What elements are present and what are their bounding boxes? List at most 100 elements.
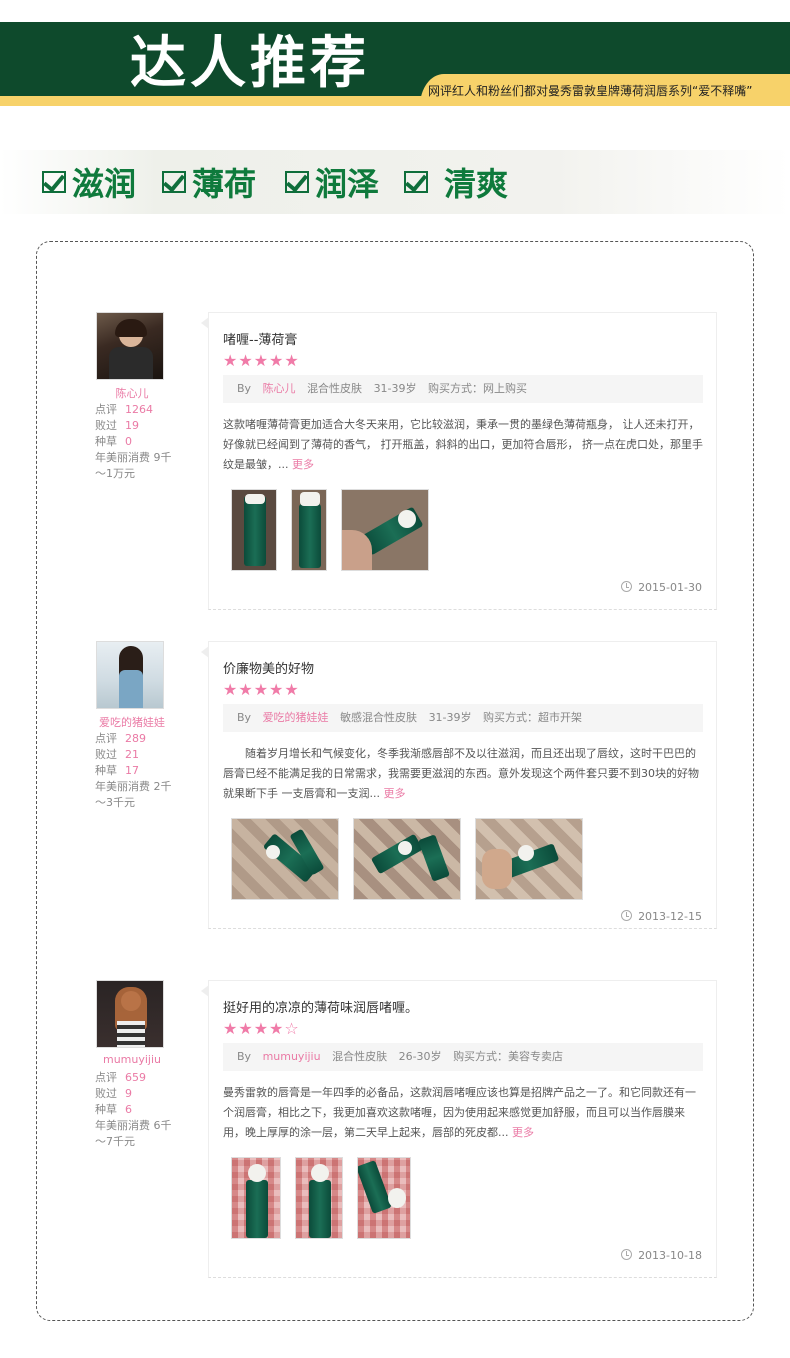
- stat-value: 289: [125, 732, 146, 745]
- feature-band: 滋润 薄荷 润泽 清爽: [0, 150, 790, 214]
- review-title[interactable]: 价廉物美的好物: [223, 658, 314, 677]
- stat-label: 点评: [95, 1071, 117, 1084]
- stat-label: 败过: [95, 748, 117, 761]
- more-link[interactable]: 更多: [383, 787, 405, 800]
- review-date: 2013-12-15: [621, 910, 702, 923]
- spend-text: 年美丽消费 9千～1万元: [95, 451, 172, 480]
- clock-icon: [621, 910, 633, 921]
- feature-label: 滋润: [72, 165, 137, 203]
- author-link[interactable]: 爱吃的猪娃娃: [263, 711, 329, 724]
- age-range: 31-39岁: [428, 711, 472, 724]
- skin-type: 敏感混合性皮肤: [340, 711, 418, 724]
- stat-label: 败过: [95, 1087, 117, 1100]
- rating-stars: ★★★★☆: [223, 1019, 300, 1038]
- avatar[interactable]: [96, 641, 164, 709]
- stat-value: 659: [125, 1071, 146, 1084]
- checkmark-icon: [404, 171, 428, 193]
- review-photo[interactable]: [231, 1157, 281, 1239]
- user-stats: 点评 659 败过 9 种草 6 年美丽消费 6千～7千元: [95, 1070, 175, 1150]
- date-text: 2013-10-18: [638, 1249, 702, 1262]
- user-stats: 点评 1264 败过 19 种草 0 年美丽消费 9千～1万元: [95, 402, 175, 482]
- feature-label: 清爽: [444, 165, 509, 203]
- review-images: [231, 489, 429, 571]
- review-photo[interactable]: [357, 1157, 411, 1239]
- user-name[interactable]: mumuyijiu: [92, 1053, 172, 1066]
- date-text: 2013-12-15: [638, 910, 702, 923]
- feature-item: 滋润: [42, 162, 137, 203]
- clock-icon: [621, 581, 633, 592]
- review-meta: By mumuyijiu 混合性皮肤 26-30岁 购买方式：美容专卖店: [223, 1043, 703, 1071]
- review-meta: By 爱吃的猪娃娃 敏感混合性皮肤 31-39岁 购买方式：超市开架: [223, 704, 703, 732]
- feature-item: 清爽: [404, 162, 509, 203]
- review-title[interactable]: 挺好用的凉凉的薄荷味润唇啫喱。: [223, 997, 418, 1016]
- skin-type: 混合性皮肤: [307, 382, 363, 395]
- review-photo[interactable]: [475, 818, 583, 900]
- stat-value: 6: [125, 1103, 132, 1116]
- spend-text: 年美丽消费 2千～3千元: [95, 780, 172, 809]
- age-range: 26-30岁: [398, 1050, 442, 1063]
- stat-label: 点评: [95, 732, 117, 745]
- by-label: By: [237, 382, 252, 395]
- feature-item: 润泽: [285, 162, 380, 203]
- more-link[interactable]: 更多: [512, 1126, 534, 1139]
- stat-label: 败过: [95, 419, 117, 432]
- user-name[interactable]: 陈心儿: [92, 385, 172, 401]
- stat-value: 1264: [125, 403, 153, 416]
- stat-label: 种草: [95, 764, 117, 777]
- skin-type: 混合性皮肤: [332, 1050, 388, 1063]
- author-link[interactable]: mumuyijiu: [263, 1050, 321, 1063]
- stat-label: 种草: [95, 1103, 117, 1116]
- author-link[interactable]: 陈心儿: [263, 382, 296, 395]
- review-card: 挺好用的凉凉的薄荷味润唇啫喱。 ★★★★☆ By mumuyijiu 混合性皮肤…: [201, 980, 717, 1278]
- review-date: 2015-01-30: [621, 581, 702, 594]
- avatar[interactable]: [96, 312, 164, 380]
- review-date: 2013-10-18: [621, 1249, 702, 1262]
- feature-label: 薄荷: [192, 165, 257, 203]
- purchase-method: 购买方式：超市开架: [483, 711, 583, 724]
- rating-stars: ★★★★★: [223, 680, 300, 699]
- review-photo[interactable]: [353, 818, 461, 900]
- feature-label: 润泽: [315, 165, 380, 203]
- feature-item: 薄荷: [162, 162, 257, 203]
- by-label: By: [237, 1050, 252, 1063]
- review-body: 随着岁月增长和气候变化，冬季我渐感唇部不及以往滋润，而且还出现了唇纹，这时干巴巴…: [223, 744, 705, 804]
- avatar[interactable]: [96, 980, 164, 1048]
- review-meta: By 陈心儿 混合性皮肤 31-39岁 购买方式：网上购买: [223, 375, 703, 403]
- review-photo[interactable]: [231, 489, 277, 571]
- stat-value: 9: [125, 1087, 132, 1100]
- review-images: [231, 1157, 411, 1239]
- page-subtitle: 网评红人和粉丝们都对曼秀雷敦皇牌薄荷润唇系列“爱不释嘴”: [428, 84, 753, 98]
- user-name[interactable]: 爱吃的猪娃娃: [92, 714, 172, 730]
- header-banner: 达人推荐 网评红人和粉丝们都对曼秀雷敦皇牌薄荷润唇系列“爱不释嘴”: [0, 22, 790, 106]
- review-card: 啫喱--薄荷膏 ★★★★★ By 陈心儿 混合性皮肤 31-39岁 购买方式：网…: [201, 312, 717, 610]
- review-photo[interactable]: [231, 818, 339, 900]
- by-label: By: [237, 711, 252, 724]
- checkmark-icon: [285, 171, 309, 193]
- stat-value: 19: [125, 419, 139, 432]
- stat-value: 17: [125, 764, 139, 777]
- more-link[interactable]: 更多: [292, 458, 314, 471]
- age-range: 31-39岁: [373, 382, 417, 395]
- clock-icon: [621, 1249, 633, 1260]
- date-text: 2015-01-30: [638, 581, 702, 594]
- review-images: [231, 818, 583, 900]
- rating-stars: ★★★★★: [223, 351, 300, 370]
- checkmark-icon: [162, 171, 186, 193]
- user-stats: 点评 289 败过 21 种草 17 年美丽消费 2千～3千元: [95, 731, 175, 811]
- stat-label: 种草: [95, 435, 117, 448]
- page-title: 达人推荐: [130, 30, 370, 96]
- review-title[interactable]: 啫喱--薄荷膏: [223, 329, 297, 348]
- stat-value: 21: [125, 748, 139, 761]
- purchase-method: 购买方式：美容专卖店: [453, 1050, 564, 1063]
- spend-text: 年美丽消费 6千～7千元: [95, 1119, 172, 1148]
- stat-label: 点评: [95, 403, 117, 416]
- review-photo[interactable]: [291, 489, 327, 571]
- review-photo[interactable]: [341, 489, 429, 571]
- review-text: 随着岁月增长和气候变化，冬季我渐感唇部不及以往滋润，而且还出现了唇纹，这时干巴巴…: [223, 747, 699, 800]
- review-card: 价廉物美的好物 ★★★★★ By 爱吃的猪娃娃 敏感混合性皮肤 31-39岁 购…: [201, 641, 717, 929]
- stat-value: 0: [125, 435, 132, 448]
- review-text: 曼秀雷敦的唇膏是一年四季的必备品，这款润唇啫喱应该也算是招牌产品之一了。和它同款…: [223, 1086, 696, 1139]
- purchase-method: 购买方式：网上购买: [428, 382, 528, 395]
- review-body: 这款啫喱薄荷膏更加适合大冬天来用，它比较滋润，秉承一贯的墨绿色薄荷瓶身， 让人还…: [223, 415, 705, 475]
- review-photo[interactable]: [295, 1157, 343, 1239]
